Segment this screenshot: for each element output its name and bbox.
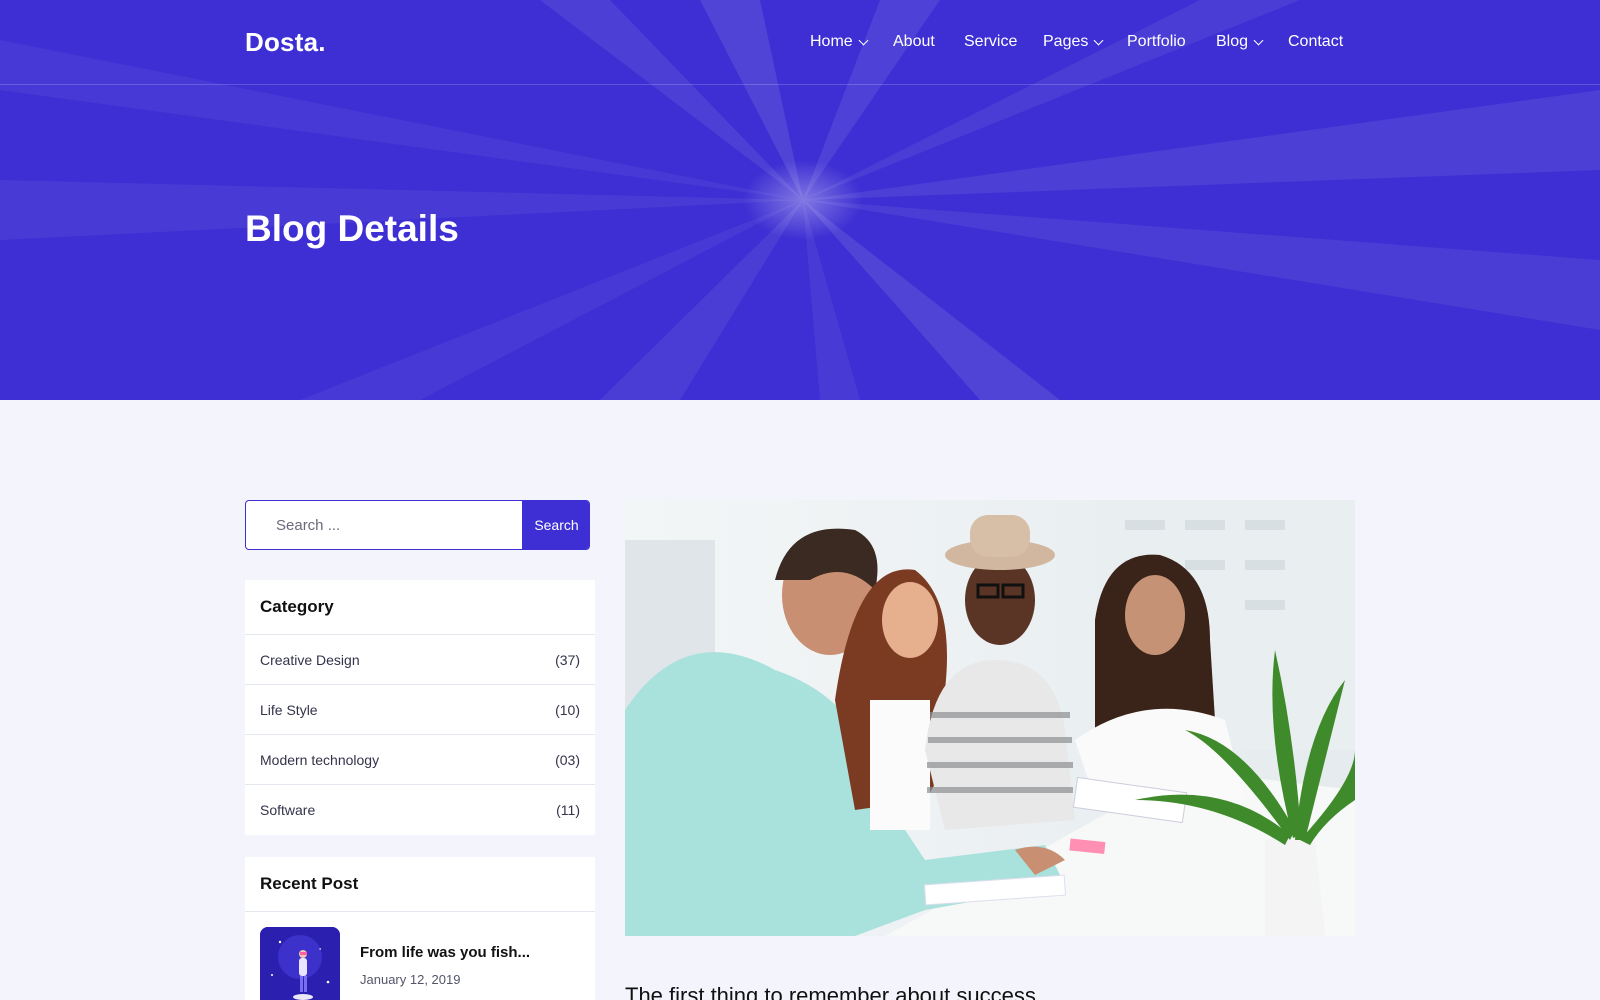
nav-label: Home — [810, 33, 853, 50]
nav-item-pages[interactable]: Pages — [1043, 33, 1104, 51]
nav-item-about[interactable]: About — [893, 33, 935, 51]
nav-label: About — [893, 33, 935, 50]
nav-label: Contact — [1288, 33, 1344, 50]
nav-item-service[interactable]: Service — [964, 33, 1017, 51]
nav-item-home[interactable]: Home — [810, 33, 869, 51]
nav-label: Blog — [1216, 33, 1249, 50]
nav-label: Service — [964, 33, 1018, 50]
category-label: Life Style — [260, 701, 318, 718]
nav-item-blog[interactable]: Blog — [1216, 33, 1264, 51]
page-title: Blog Details — [245, 208, 459, 249]
search-form: Search — [245, 500, 590, 550]
category-item-modern-technology[interactable]: Modern technology (03) — [245, 735, 595, 785]
blog-featured-image — [625, 500, 1355, 936]
category-count: (10) — [555, 701, 580, 718]
category-item-creative-design[interactable]: Creative Design (37) — [245, 635, 595, 685]
nav-item-portfolio[interactable]: Portfolio — [1127, 33, 1186, 51]
recent-post-thumbnail[interactable] — [260, 927, 340, 1000]
top-navbar: Dosta. Home About Service Pages Portfoli… — [0, 0, 1600, 85]
main-nav: Home About Service Pages Portfolio Blog … — [0, 33, 1600, 55]
category-label: Creative Design — [260, 651, 360, 668]
search-button[interactable]: Search — [522, 501, 589, 549]
nav-item-contact[interactable]: Contact — [1288, 33, 1343, 51]
recent-post-heading[interactable]: From life was you fish... — [360, 944, 530, 961]
hero-banner: Dosta. Home About Service Pages Portfoli… — [0, 0, 1600, 400]
nav-label: Pages — [1043, 33, 1089, 50]
category-item-life-style[interactable]: Life Style (10) — [245, 685, 595, 735]
vr-illustration — [260, 927, 340, 1000]
chevron-down-icon — [1093, 35, 1104, 45]
category-count: (37) — [555, 651, 580, 668]
category-label: Software — [260, 802, 316, 818]
chevron-down-icon — [858, 35, 869, 45]
category-count: (11) — [556, 802, 580, 818]
category-widget: Category Creative Design (37) Life Style… — [245, 580, 595, 835]
post-heading: The first thing to remember about succes… — [625, 983, 1036, 1000]
category-title: Category — [245, 580, 595, 635]
category-item-software[interactable]: Software (11) — [245, 785, 595, 835]
recent-post-widget: Recent Post From life was you fish... Ja… — [245, 857, 595, 1000]
category-count: (03) — [555, 751, 580, 768]
team-meeting-photo — [625, 500, 1355, 936]
chevron-down-icon — [1253, 35, 1264, 45]
nav-label: Portfolio — [1127, 33, 1186, 50]
recent-post-item[interactable]: From life was you fish... January 12, 20… — [245, 912, 595, 1000]
recent-post-title: Recent Post — [245, 857, 595, 912]
recent-post-date: January 12, 2019 — [360, 972, 461, 987]
search-input[interactable] — [246, 501, 522, 549]
category-label: Modern technology — [260, 751, 380, 768]
